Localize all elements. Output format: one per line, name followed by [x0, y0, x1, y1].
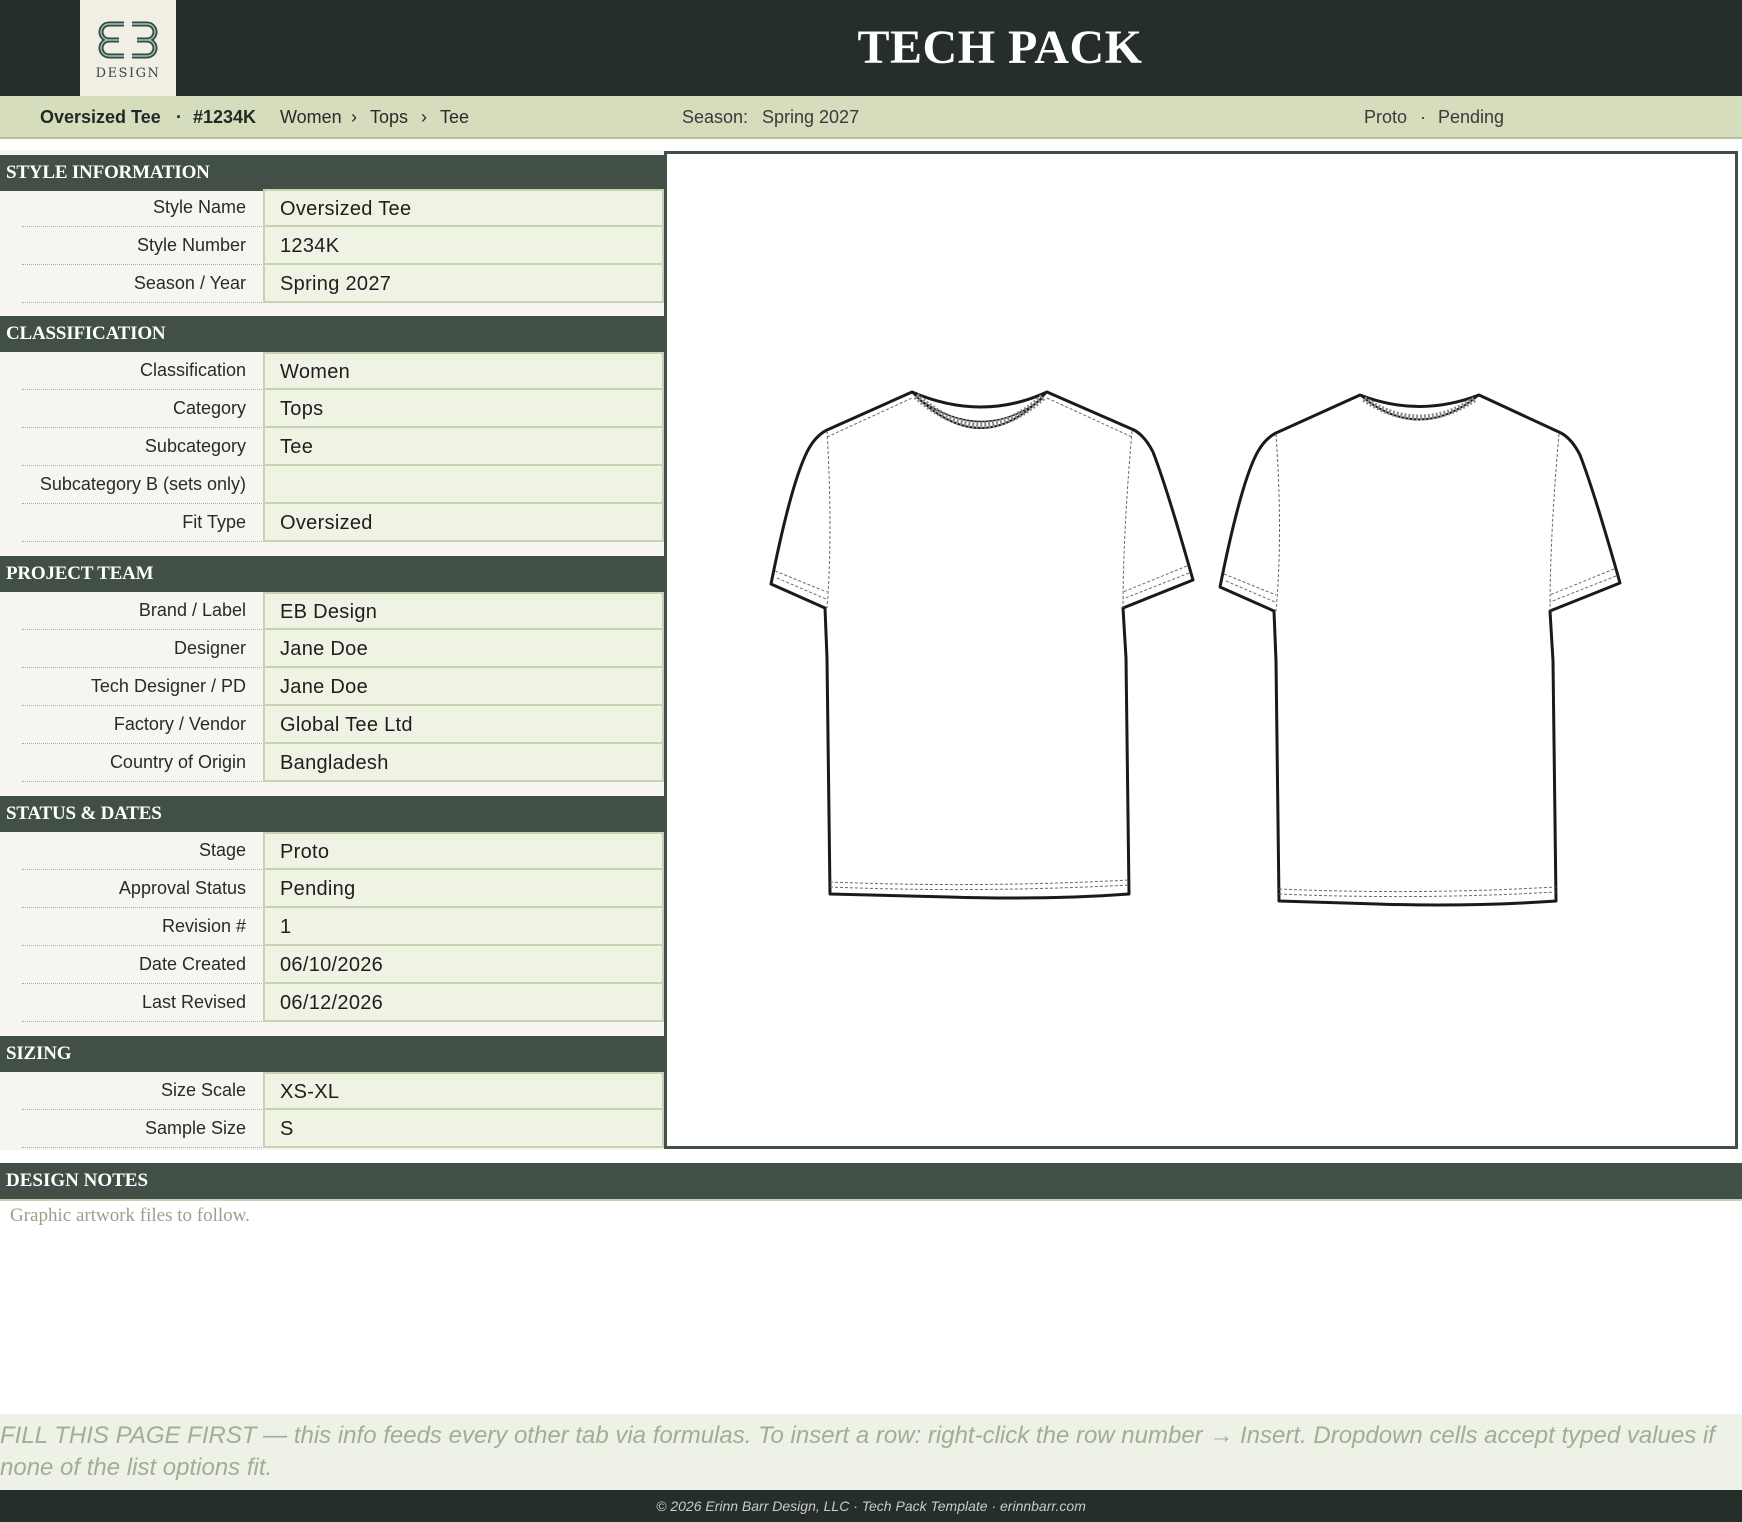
field-label: Factory / Vendor: [22, 706, 262, 744]
field-row-classification: Classification Women: [22, 352, 664, 390]
factory-vendor-field[interactable]: Global Tee Ltd: [263, 706, 664, 744]
page-title: TECH PACK: [857, 21, 1143, 74]
field-label: Designer: [22, 630, 262, 668]
breadcrumb-item-women: Women: [280, 107, 342, 127]
breadcrumb-separator: ›: [351, 107, 357, 127]
style-number-field[interactable]: 1234K: [263, 227, 664, 265]
summary-season-label: Season:: [682, 107, 749, 127]
summary-bar: Oversized Tee · #1234K Women › Tops › Te…: [0, 96, 1742, 139]
tee-flat-sketch: [769, 390, 1622, 907]
field-row-style-name: Style Name Oversized Tee: [22, 189, 664, 227]
field-label: Last Revised: [22, 984, 262, 1022]
field-label: Subcategory: [22, 428, 262, 466]
summary-season-value: Spring 2027: [762, 107, 860, 127]
field-label: Date Created: [22, 946, 262, 984]
field-label: Style Name: [22, 189, 262, 227]
field-label: Country of Origin: [22, 744, 262, 782]
category-dropdown[interactable]: Tops: [263, 390, 664, 428]
field-label: Season / Year: [22, 265, 262, 303]
field-label: Revision #: [22, 908, 262, 946]
field-row-subcategory-b: Subcategory B (sets only): [22, 466, 664, 504]
section-header-style-information: STYLE INFORMATION: [0, 155, 664, 191]
summary-style-number: #1234K: [193, 107, 257, 127]
design-notes-text: Graphic artwork files to follow.: [10, 1205, 250, 1226]
design-notes-field[interactable]: Graphic artwork files to follow.: [0, 1199, 1742, 1414]
field-row-fit-type: Fit Type Oversized: [22, 504, 664, 542]
field-row-date-created: Date Created 06/10/2026: [22, 946, 664, 984]
style-name-field[interactable]: Oversized Tee: [263, 189, 664, 227]
classification-dropdown[interactable]: Women: [263, 352, 664, 390]
summary-dot: ·: [1420, 107, 1426, 127]
approval-status-dropdown[interactable]: Pending: [263, 870, 664, 908]
date-created-field[interactable]: 06/10/2026: [263, 946, 664, 984]
instructions-text: FILL THIS PAGE FIRST — this info feeds e…: [0, 1422, 1715, 1481]
summary-style-name: Oversized Tee: [40, 107, 161, 127]
season-year-field[interactable]: Spring 2027: [263, 265, 664, 303]
brand-label-field[interactable]: EB Design: [263, 592, 664, 630]
summary-status: Pending: [1438, 107, 1505, 127]
field-row-factory-vendor: Factory / Vendor Global Tee Ltd: [22, 706, 664, 744]
last-revised-field[interactable]: 06/12/2026: [263, 984, 664, 1022]
field-label: Brand / Label: [22, 592, 262, 630]
subcategory-dropdown[interactable]: Tee: [263, 428, 664, 466]
country-of-origin-field[interactable]: Bangladesh: [263, 744, 664, 782]
field-label: Size Scale: [22, 1072, 262, 1110]
field-row-sample-size: Sample Size S: [22, 1110, 664, 1148]
subcategory-b-dropdown[interactable]: [263, 466, 664, 504]
breadcrumb-item-tee: Tee: [440, 107, 470, 127]
section-header-classification: CLASSIFICATION: [0, 316, 664, 352]
breadcrumb-separator: ›: [421, 107, 427, 127]
field-label: Sample Size: [22, 1110, 262, 1148]
field-row-approval-status: Approval Status Pending: [22, 870, 664, 908]
field-label: Tech Designer / PD: [22, 668, 262, 706]
summary-dot: ·: [176, 107, 182, 127]
field-row-stage: Stage Proto: [22, 832, 664, 870]
section-header-design-notes: DESIGN NOTES: [0, 1163, 1742, 1199]
field-row-country-of-origin: Country of Origin Bangladesh: [22, 744, 664, 782]
size-scale-dropdown[interactable]: XS-XL: [263, 1072, 664, 1110]
field-row-size-scale: Size Scale XS-XL: [22, 1072, 664, 1110]
field-row-tech-designer: Tech Designer / PD Jane Doe: [22, 668, 664, 706]
field-row-category: Category Tops: [22, 390, 664, 428]
garment-sketch-frame[interactable]: [664, 151, 1738, 1149]
section-header-sizing: SIZING: [0, 1036, 664, 1072]
field-label: Classification: [22, 352, 262, 390]
logo-text: DESIGN: [95, 65, 161, 81]
instructions-banner: FILL THIS PAGE FIRST — this info feeds e…: [0, 1414, 1742, 1490]
section-header-status-dates: STATUS & DATES: [0, 796, 664, 832]
field-row-last-revised: Last Revised 06/12/2026: [22, 984, 664, 1022]
breadcrumb-item-tops: Tops: [370, 107, 409, 127]
fit-type-dropdown[interactable]: Oversized: [263, 504, 664, 542]
tee-back-view-icon: [1218, 393, 1622, 907]
section-header-project-team: PROJECT TEAM: [0, 556, 664, 592]
tech-designer-field[interactable]: Jane Doe: [263, 668, 664, 706]
tee-front-view-icon: [769, 390, 1195, 900]
field-row-season-year: Season / Year Spring 2027: [22, 265, 664, 303]
style-form: STYLE INFORMATION Style Name Oversized T…: [0, 150, 664, 1150]
field-label: Approval Status: [22, 870, 262, 908]
stage-dropdown[interactable]: Proto: [263, 832, 664, 870]
field-label: Subcategory B (sets only): [22, 466, 262, 504]
eb-logo-icon: [98, 21, 158, 58]
revision-field[interactable]: 1: [263, 908, 664, 946]
footer: © 2026 Erinn Barr Design, LLC · Tech Pac…: [0, 1490, 1742, 1522]
field-row-brand-label: Brand / Label EB Design: [22, 592, 664, 630]
designer-field[interactable]: Jane Doe: [263, 630, 664, 668]
field-label: Fit Type: [22, 504, 262, 542]
summary-stage: Proto: [1364, 107, 1408, 127]
sample-size-dropdown[interactable]: S: [263, 1110, 664, 1148]
field-label: Stage: [22, 832, 262, 870]
field-row-designer: Designer Jane Doe: [22, 630, 664, 668]
field-label: Style Number: [22, 227, 262, 265]
brand-logo: DESIGN: [80, 0, 176, 96]
field-label: Category: [22, 390, 262, 428]
field-row-style-number: Style Number 1234K: [22, 227, 664, 265]
field-row-revision: Revision # 1: [22, 908, 664, 946]
header-bar: DESIGN TECH PACK: [0, 0, 1742, 96]
field-row-subcategory: Subcategory Tee: [22, 428, 664, 466]
